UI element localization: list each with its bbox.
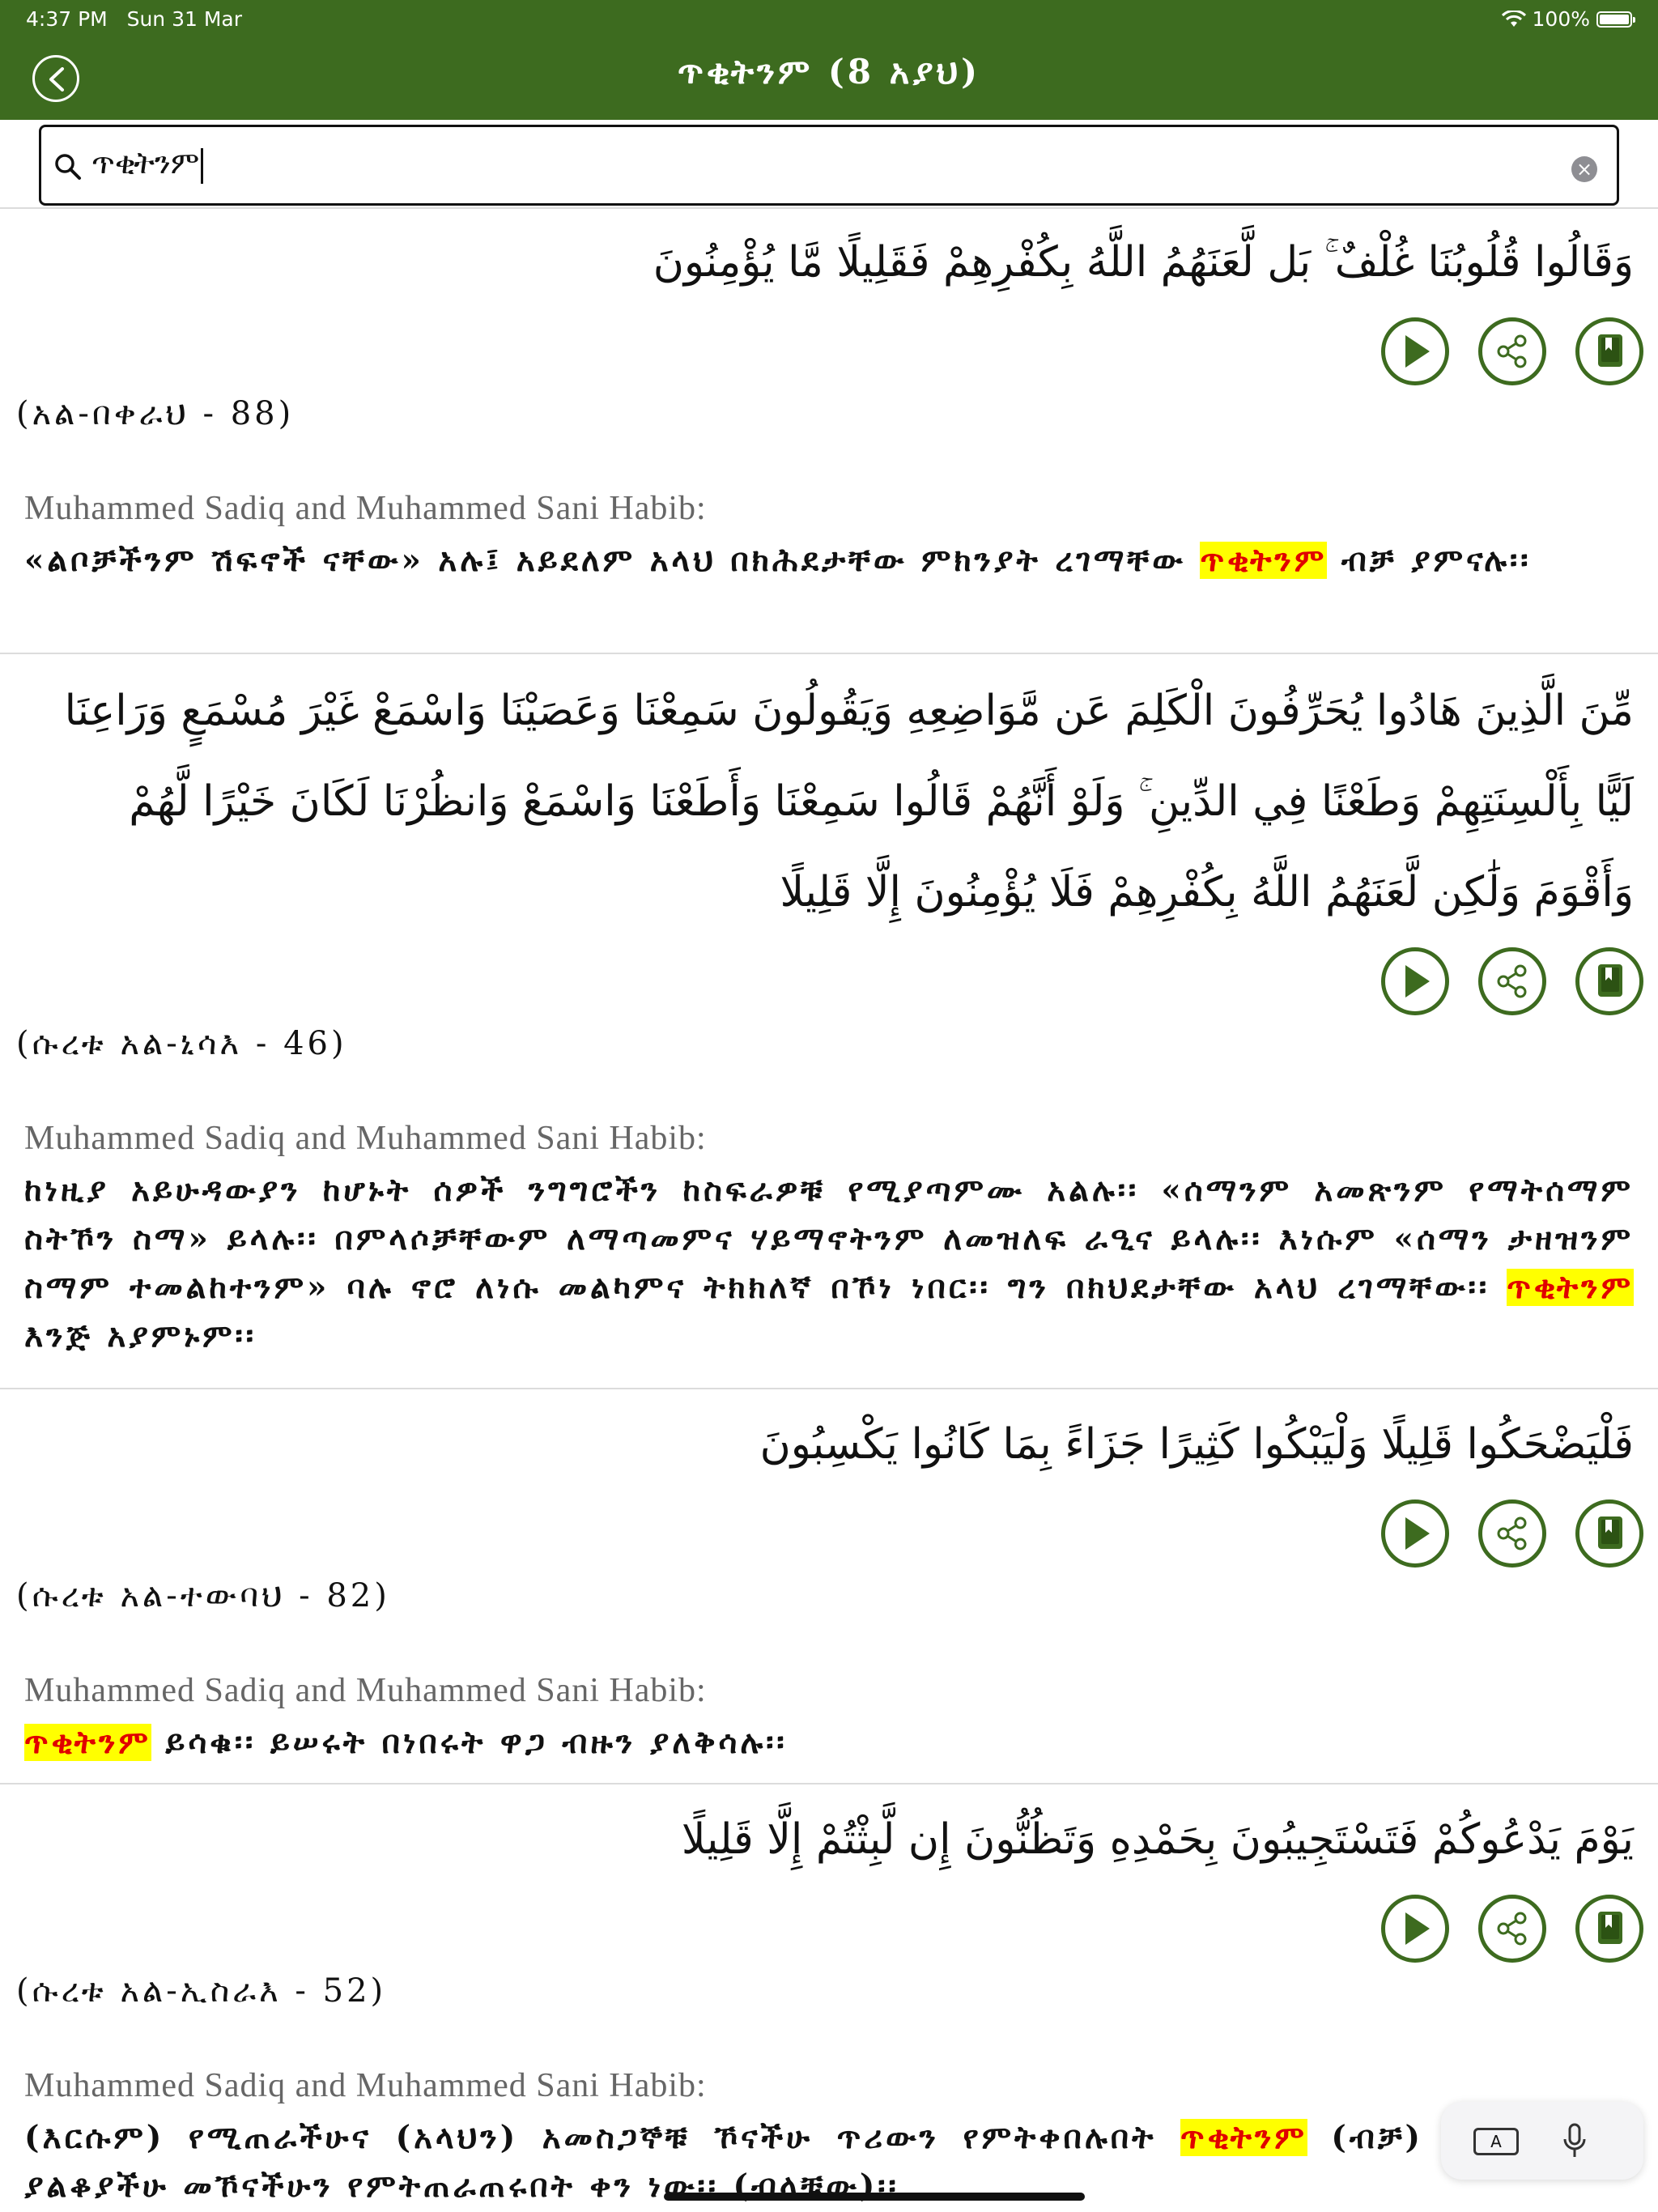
- bookmark-icon: [1598, 1516, 1622, 1549]
- play-icon: [1405, 1912, 1430, 1945]
- play-icon: [1405, 1517, 1430, 1550]
- page-title: ጥቂትንም (8 አያህ): [677, 52, 981, 91]
- translation-text: ከነዚያ አይሁዳውያን ከሆኑት ሰዎች ንግግሮችን ከስፍራዎቹ የሚያጣ…: [24, 1172, 1634, 1355]
- search-highlight: ጥቂትንም: [1200, 542, 1328, 579]
- clear-search-button[interactable]: ×: [1571, 156, 1597, 182]
- translation-text: ጥቂትንም ይሳቁ፡፡ ይሠሩት በነበሩት ዋጋ ብዙን ያለቅሳሉ፡፡: [24, 1724, 788, 1761]
- microphone-icon[interactable]: [1562, 2123, 1587, 2160]
- ayah-reference: (ሱረቱ አል-ኢስራእ - 52): [16, 1972, 387, 2010]
- divider: [0, 1783, 1658, 1784]
- keyboard-toolbar: A: [1441, 2102, 1643, 2180]
- bookmark-icon: [1598, 964, 1622, 997]
- ayah-actions: [1381, 1895, 1643, 1963]
- translator-label: Muhammed Sadiq and Muhammed Sani Habib:: [24, 1672, 707, 1709]
- status-bar: 4:37 PM Sun 31 Mar 100%: [0, 0, 1658, 37]
- play-button[interactable]: [1381, 1499, 1449, 1568]
- ayah-reference: (ሱረቱ አል-ተውባህ - 82): [16, 1577, 390, 1614]
- play-icon: [1405, 335, 1430, 368]
- divider: [0, 1388, 1658, 1389]
- share-icon: [1497, 334, 1527, 368]
- translation-text: «ልቦቻችንም ሽፍኖች ናቸው» አሉ፤ አይደለም አላህ በክሕደታቸው …: [24, 542, 1532, 579]
- divider: [0, 653, 1658, 654]
- share-icon: [1497, 1516, 1527, 1551]
- keyboard-icon[interactable]: A: [1473, 2128, 1519, 2155]
- search-input[interactable]: ጥቂትንም ×: [39, 125, 1619, 206]
- search-bar: ጥቂትንም ×: [0, 120, 1658, 207]
- play-button[interactable]: [1381, 317, 1449, 385]
- translator-label: Muhammed Sadiq and Muhammed Sani Habib:: [24, 490, 707, 527]
- share-button[interactable]: [1478, 1895, 1546, 1963]
- play-icon: [1405, 965, 1430, 998]
- ayah-arabic-text: يَوْمَ يَدْعُوكُمْ فَتَسْتَجِيبُونَ بِحَ…: [681, 1815, 1634, 1864]
- ayah-actions: [1381, 1499, 1643, 1568]
- search-highlight: ጥቂትንም: [1180, 2119, 1307, 2156]
- ayah-actions: [1381, 947, 1643, 1015]
- status-right: 100%: [1501, 7, 1635, 31]
- divider: [0, 207, 1658, 209]
- translator-label: Muhammed Sadiq and Muhammed Sani Habib:: [24, 2067, 707, 2104]
- status-time: 4:37 PM Sun 31 Mar: [26, 7, 243, 31]
- bookmark-button[interactable]: [1575, 1895, 1643, 1963]
- share-button[interactable]: [1478, 947, 1546, 1015]
- share-button[interactable]: [1478, 317, 1546, 385]
- share-button[interactable]: [1478, 1499, 1546, 1568]
- bookmark-icon: [1598, 1912, 1622, 1944]
- share-icon: [1497, 1912, 1527, 1946]
- bookmark-button[interactable]: [1575, 1499, 1643, 1568]
- ayah-arabic-text: وَقَالُوا قُلُوبُنَا غُلْفٌ ۚ بَل لَّعَن…: [653, 238, 1634, 287]
- bookmark-button[interactable]: [1575, 947, 1643, 1015]
- ayah-actions: [1381, 317, 1643, 385]
- battery-percent: 100%: [1532, 7, 1590, 31]
- nav-bar: ጥቂትንም (8 አያህ): [0, 37, 1658, 120]
- ayah-reference: (ሱረቱ አል-ኒሳእ - 46): [16, 1025, 347, 1062]
- bookmark-button[interactable]: [1575, 317, 1643, 385]
- search-highlight: ጥቂትንም: [24, 1724, 151, 1761]
- search-icon: [55, 154, 81, 180]
- play-button[interactable]: [1381, 1895, 1449, 1963]
- ayah-reference: (አል-በቀራህ - 88): [16, 395, 295, 432]
- translator-label: Muhammed Sadiq and Muhammed Sani Habib:: [24, 1120, 707, 1157]
- home-indicator: [664, 2193, 1085, 2201]
- share-icon: [1497, 964, 1527, 998]
- wifi-icon: [1501, 10, 1526, 27]
- play-button[interactable]: [1381, 947, 1449, 1015]
- battery-icon: [1596, 11, 1635, 28]
- ayah-arabic-text: فَلْيَضْحَكُوا قَلِيلًا وَلْيَبْكُوا كَث…: [759, 1420, 1634, 1469]
- search-value: ጥቂትንም: [91, 145, 204, 184]
- ayah-arabic-text: مِّنَ الَّذِينَ هَادُوا يُحَرِّفُونَ الْ…: [64, 687, 1634, 917]
- bookmark-icon: [1598, 334, 1622, 367]
- search-highlight: ጥቂትንም: [1507, 1269, 1634, 1306]
